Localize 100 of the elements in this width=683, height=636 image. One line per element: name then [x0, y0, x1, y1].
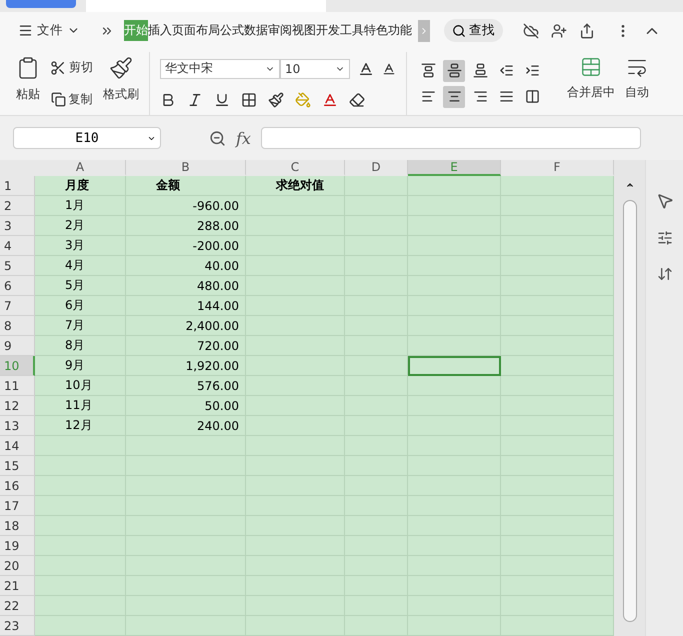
file-menu[interactable]: 文件 [18, 22, 86, 40]
column-header[interactable]: D [345, 160, 408, 176]
home-tab[interactable] [6, 0, 76, 8]
row-header[interactable]: 5 [0, 256, 35, 276]
align-button[interactable] [443, 86, 465, 108]
ribbon-tab[interactable]: 审阅 [268, 20, 292, 42]
name-box[interactable]: E10 [13, 127, 161, 150]
table-cell[interactable] [35, 516, 126, 536]
italic-icon[interactable] [187, 92, 203, 108]
table-cell[interactable]: 2,400.00 [126, 316, 246, 336]
table-cell[interactable] [501, 196, 614, 216]
table-cell[interactable] [501, 176, 614, 196]
table-cell[interactable]: 求绝对值 [246, 176, 345, 196]
ribbon-tab[interactable]: 公式 [220, 20, 244, 42]
table-cell[interactable] [345, 336, 408, 356]
table-cell[interactable] [501, 296, 614, 316]
table-cell[interactable]: 1月 [35, 196, 126, 216]
table-cell[interactable]: 12月 [35, 416, 126, 436]
font-size-select[interactable]: 10 [280, 58, 350, 79]
column-header[interactable]: B [126, 160, 246, 176]
table-cell[interactable]: 288.00 [126, 216, 246, 236]
table-cell[interactable] [501, 556, 614, 576]
table-cell[interactable] [501, 496, 614, 516]
table-cell[interactable] [501, 256, 614, 276]
table-cell[interactable]: 8月 [35, 336, 126, 356]
font-color-icon[interactable] [322, 92, 338, 108]
table-cell[interactable]: 金额 [126, 176, 246, 196]
shrink-font-icon[interactable] [382, 62, 396, 76]
column-header[interactable]: F [501, 160, 614, 176]
table-cell[interactable] [35, 596, 126, 616]
row-header[interactable]: 13 [0, 416, 35, 436]
table-cell[interactable] [35, 496, 126, 516]
merge-center-button[interactable]: 合并居中 [567, 52, 615, 116]
row-header[interactable]: 15 [0, 456, 35, 476]
ribbon-tab[interactable]: 开发工具 [316, 20, 364, 42]
formula-input[interactable] [260, 127, 641, 150]
table-cell[interactable] [35, 576, 126, 596]
cursor-icon[interactable] [656, 192, 674, 210]
row-header[interactable]: 6 [0, 276, 35, 296]
table-cell[interactable] [501, 336, 614, 356]
table-cell[interactable]: 5月 [35, 276, 126, 296]
table-cell[interactable]: 50.00 [126, 396, 246, 416]
row-header[interactable]: 11 [0, 376, 35, 396]
copy-button[interactable]: 复制 [50, 90, 92, 108]
table-cell[interactable]: 576.00 [126, 376, 246, 396]
border-icon[interactable] [241, 92, 257, 108]
row-header[interactable]: 9 [0, 336, 35, 356]
format-painter-button[interactable]: 格式刷 [103, 52, 139, 116]
table-cell[interactable]: 7月 [35, 316, 126, 336]
selected-cell[interactable] [408, 356, 501, 376]
table-cell[interactable]: 480.00 [126, 276, 246, 296]
table-cell[interactable]: 144.00 [126, 296, 246, 316]
zoom-out-icon[interactable] [209, 130, 226, 147]
brush-icon[interactable] [268, 92, 284, 108]
row-header[interactable]: 3 [0, 216, 35, 236]
row-header[interactable]: 23 [0, 616, 35, 636]
vertical-scrollbar[interactable] [614, 160, 645, 636]
grow-font-icon[interactable] [358, 60, 374, 77]
table-cell[interactable] [501, 376, 614, 396]
row-header[interactable]: 18 [0, 516, 35, 536]
scroll-right-button[interactable] [418, 20, 430, 42]
add-user-icon[interactable] [551, 22, 567, 39]
ribbon-tab[interactable]: 插入 [148, 20, 172, 42]
row-header[interactable]: 16 [0, 476, 35, 496]
table-cell[interactable] [501, 356, 614, 376]
table-cell[interactable] [501, 536, 614, 556]
ribbon-tab[interactable]: 特色功能 [364, 20, 412, 42]
table-cell[interactable] [408, 176, 501, 196]
sort-icon[interactable] [656, 266, 672, 282]
row-header[interactable]: 4 [0, 236, 35, 256]
share-icon[interactable] [579, 22, 595, 39]
cut-button[interactable]: 剪切 [50, 59, 93, 76]
table-cell[interactable]: 6月 [35, 296, 126, 316]
table-cell[interactable] [345, 356, 408, 376]
table-cell[interactable]: 1,920.00 [126, 356, 246, 376]
table-cell[interactable] [501, 456, 614, 476]
table-cell[interactable]: 月度 [35, 176, 126, 196]
row-header[interactable]: 20 [0, 556, 35, 576]
row-header[interactable]: 19 [0, 536, 35, 556]
table-cell[interactable]: -960.00 [126, 196, 246, 216]
row-header[interactable]: 1 [0, 176, 35, 196]
table-cell[interactable]: 3月 [35, 236, 126, 256]
table-cell[interactable] [501, 616, 614, 636]
table-cell[interactable]: 10月 [35, 376, 126, 396]
paste-button[interactable]: 粘贴 [16, 52, 40, 116]
table-cell[interactable] [501, 416, 614, 436]
search-button[interactable]: 查找 [444, 19, 503, 42]
table-cell[interactable] [501, 476, 614, 496]
sliders-icon[interactable] [656, 230, 672, 246]
ribbon-tab[interactable]: 数据 [244, 20, 268, 42]
row-header[interactable]: 14 [0, 436, 35, 456]
table-cell[interactable]: 4月 [35, 256, 126, 276]
column-header[interactable]: A [35, 160, 126, 176]
row-header[interactable]: 2 [0, 196, 35, 216]
table-cell[interactable]: 720.00 [126, 336, 246, 356]
table-cell[interactable] [345, 376, 408, 396]
table-cell[interactable]: 40.00 [126, 256, 246, 276]
row-header[interactable]: 7 [0, 296, 35, 316]
table-cell[interactable] [501, 516, 614, 536]
ribbon-tab[interactable]: 视图 [292, 20, 316, 42]
